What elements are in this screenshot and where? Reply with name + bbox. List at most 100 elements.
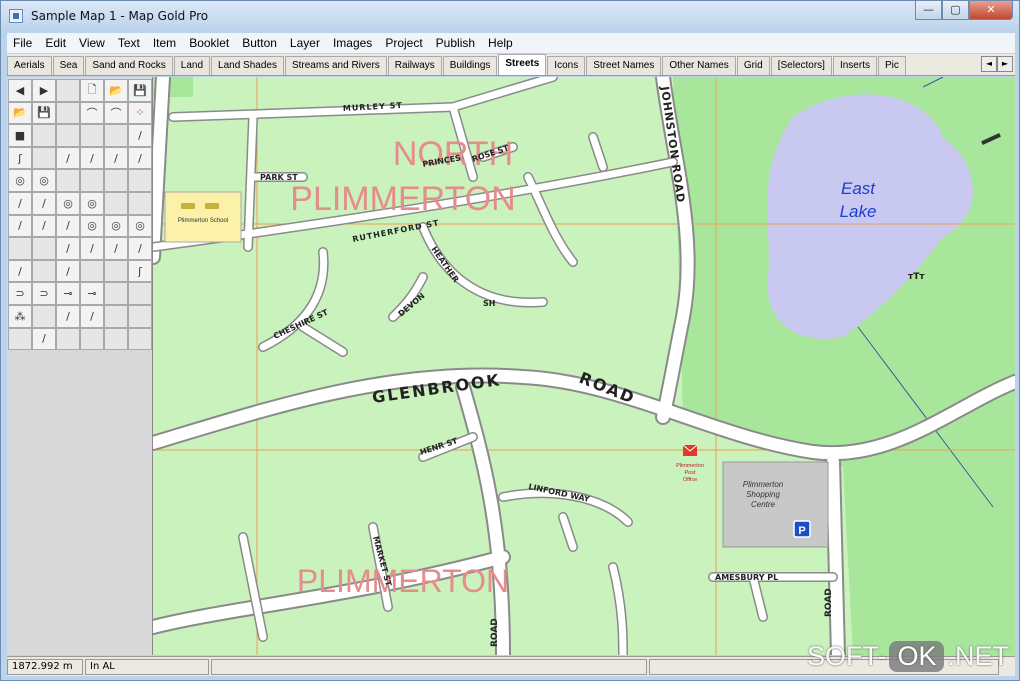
tool-button-3[interactable] — [56, 79, 80, 102]
tab-scroll-left-icon[interactable]: ◄ — [981, 56, 997, 72]
tab-buildings[interactable]: Buildings — [442, 56, 498, 75]
tab-other-names[interactable]: Other Names — [662, 56, 736, 75]
tool-button-62[interactable] — [32, 304, 56, 328]
menu-file[interactable]: File — [13, 36, 32, 50]
tool-button-50[interactable] — [32, 259, 56, 283]
tool-button-64[interactable]: / — [80, 304, 104, 328]
tool-button-26[interactable]: ◎ — [32, 169, 56, 192]
tool-button-65[interactable] — [104, 304, 128, 328]
tool-button-18[interactable]: / — [128, 124, 152, 147]
menu-images[interactable]: Images — [333, 36, 372, 50]
tab-streets[interactable]: Streets — [498, 54, 547, 75]
tool-button-57[interactable]: ⊸ — [56, 282, 80, 305]
menu-text[interactable]: Text — [118, 36, 140, 50]
tool-button-55[interactable]: ⊃ — [8, 282, 32, 305]
tab-grid[interactable]: Grid — [736, 56, 770, 75]
tool-button-31[interactable]: / — [8, 191, 32, 215]
tool-button-2[interactable]: ▶ — [32, 79, 56, 102]
tab-street-names[interactable]: Street Names — [586, 56, 662, 75]
tab-sand-and-rocks[interactable]: Sand and Rocks — [85, 56, 173, 75]
tool-button-38[interactable]: / — [32, 214, 56, 238]
tab-aerials[interactable]: Aerials — [7, 56, 52, 75]
tool-button-4[interactable]: 🗋 — [80, 79, 104, 102]
tool-button-11[interactable]: ⌒ — [104, 101, 128, 125]
tool-button-16[interactable] — [80, 124, 104, 147]
menu-item[interactable]: Item — [153, 36, 176, 50]
tool-button-17[interactable] — [104, 124, 128, 147]
tool-button-52[interactable] — [80, 259, 104, 283]
tool-button-14[interactable] — [32, 124, 56, 147]
menu-edit[interactable]: Edit — [45, 36, 66, 50]
tool-button-40[interactable]: ◎ — [80, 214, 104, 238]
tool-button-29[interactable] — [104, 169, 128, 192]
maximize-button[interactable]: ▢ — [942, 1, 969, 20]
tool-button-35[interactable] — [104, 191, 128, 215]
menu-help[interactable]: Help — [488, 36, 513, 50]
tool-button-51[interactable]: / — [56, 259, 80, 283]
tool-button-28[interactable] — [80, 169, 104, 192]
tab-icons[interactable]: Icons — [547, 56, 586, 75]
tool-button-30[interactable] — [128, 169, 152, 192]
tool-button-24[interactable]: / — [128, 146, 152, 170]
app-icon[interactable] — [9, 9, 23, 23]
tool-button-39[interactable]: / — [56, 214, 80, 238]
tool-button-9[interactable] — [56, 101, 80, 125]
tool-button-66[interactable] — [128, 304, 152, 328]
tool-button-68[interactable]: / — [32, 327, 56, 351]
tool-button-61[interactable]: ⁂ — [8, 304, 32, 328]
tool-button-58[interactable]: ⊸ — [80, 282, 104, 305]
tool-button-72[interactable] — [128, 327, 152, 351]
tool-button-36[interactable] — [128, 191, 152, 215]
menu-view[interactable]: View — [79, 36, 105, 50]
tool-button-48[interactable]: / — [128, 237, 152, 260]
tool-button-8[interactable]: 💾 — [32, 101, 56, 125]
tool-button-1[interactable]: ◀ — [8, 79, 32, 102]
tab-sea[interactable]: Sea — [52, 56, 85, 75]
tool-button-46[interactable]: / — [80, 237, 104, 260]
tool-button-21[interactable]: / — [56, 146, 80, 170]
tool-button-42[interactable]: ◎ — [128, 214, 152, 238]
tab-inserts[interactable]: Inserts — [832, 56, 877, 75]
tab-pic[interactable]: Pic — [877, 56, 906, 75]
menu-project[interactable]: Project — [385, 36, 422, 50]
tool-button-34[interactable]: ◎ — [80, 191, 104, 215]
tool-button-20[interactable] — [32, 146, 56, 170]
tool-button-15[interactable] — [56, 124, 80, 147]
close-button[interactable]: ✕ — [969, 1, 1013, 20]
tool-button-5[interactable]: 📂 — [104, 79, 128, 102]
tool-button-45[interactable]: / — [56, 237, 80, 260]
tool-button-22[interactable]: / — [80, 146, 104, 170]
tool-button-27[interactable] — [56, 169, 80, 192]
tool-button-41[interactable]: ◎ — [104, 214, 128, 238]
tab-land[interactable]: Land — [173, 56, 211, 75]
tool-button-12[interactable]: ⁘ — [128, 101, 152, 125]
tool-button-32[interactable]: / — [32, 191, 56, 215]
tool-button-56[interactable]: ⊃ — [32, 282, 56, 305]
tool-button-43[interactable] — [8, 237, 32, 260]
tool-button-13[interactable]: ■ — [8, 124, 32, 147]
tool-button-23[interactable]: / — [104, 146, 128, 170]
title-bar[interactable]: Sample Map 1 - Map Gold Pro — ▢ ✕ — [1, 1, 1019, 31]
tool-button-44[interactable] — [32, 237, 56, 260]
tool-button-60[interactable] — [128, 282, 152, 305]
tool-button-59[interactable] — [104, 282, 128, 305]
tab-railways[interactable]: Railways — [387, 56, 442, 75]
tool-button-69[interactable] — [56, 327, 80, 351]
tool-button-7[interactable]: 📂 — [8, 101, 32, 125]
tool-button-49[interactable]: / — [8, 259, 32, 283]
tool-button-53[interactable] — [104, 259, 128, 283]
map-canvas[interactable]: Plimmerton School Plimmerton Shopping Ce… — [153, 77, 1015, 655]
tab-land-shades[interactable]: Land Shades — [211, 56, 284, 75]
tool-button-63[interactable]: / — [56, 304, 80, 328]
menu-layer[interactable]: Layer — [290, 36, 320, 50]
tool-button-25[interactable]: ◎ — [8, 169, 32, 192]
tool-button-71[interactable] — [104, 327, 128, 351]
menu-button[interactable]: Button — [242, 36, 277, 50]
minimize-button[interactable]: — — [915, 1, 942, 20]
tab-selectors[interactable]: [Selectors] — [770, 56, 832, 75]
tool-button-47[interactable]: / — [104, 237, 128, 260]
menu-booklet[interactable]: Booklet — [189, 36, 229, 50]
tool-button-19[interactable]: ʃ — [8, 146, 32, 170]
map-svg[interactable]: Plimmerton School Plimmerton Shopping Ce… — [153, 77, 1015, 655]
tool-button-33[interactable]: ◎ — [56, 191, 80, 215]
